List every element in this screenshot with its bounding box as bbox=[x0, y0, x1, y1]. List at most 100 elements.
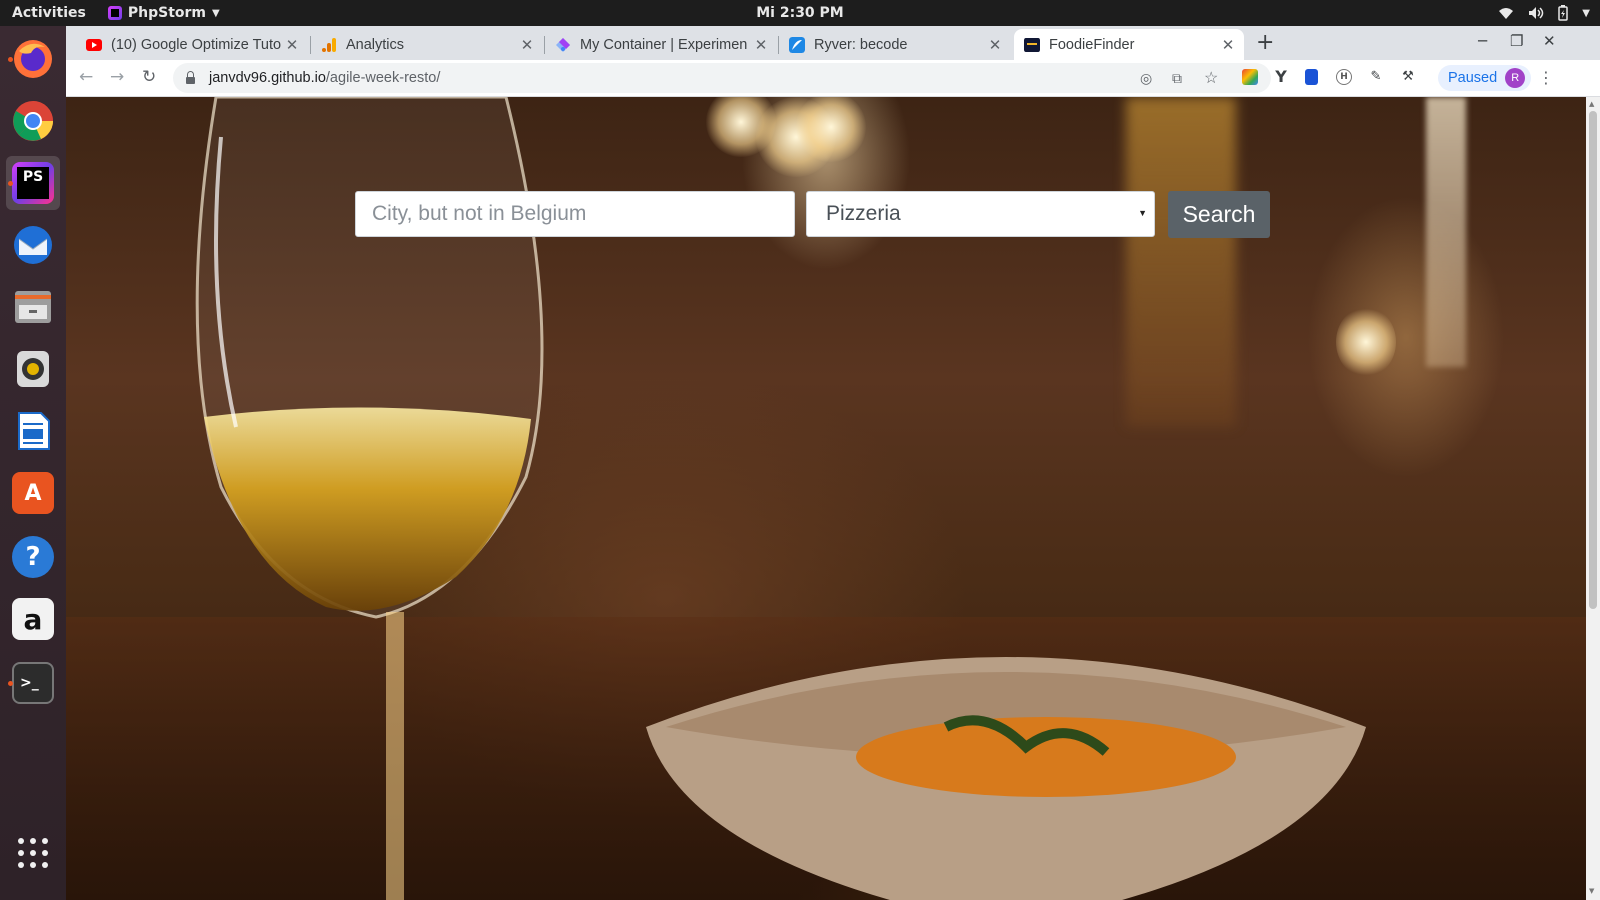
address-bar[interactable]: janvdv96.github.io/agile-week-resto/ ◎ ⧉… bbox=[173, 63, 1271, 93]
wifi-icon bbox=[1499, 8, 1514, 19]
dock-thunderbird[interactable] bbox=[6, 218, 60, 272]
location-icon[interactable]: ◎ bbox=[1140, 70, 1152, 87]
dock-files[interactable] bbox=[6, 280, 60, 334]
food-bowl bbox=[646, 657, 1366, 900]
phpstorm-icon bbox=[107, 6, 122, 20]
launcher-dock: PS A ? a >_ bbox=[0, 26, 66, 900]
app-grid-icon bbox=[18, 838, 48, 868]
battery-icon bbox=[1558, 5, 1569, 21]
close-icon[interactable]: ✕ bbox=[751, 36, 771, 54]
tab-title: My Container | Experimen bbox=[580, 36, 748, 53]
help-icon-label: ? bbox=[25, 542, 41, 572]
dock-software[interactable]: A bbox=[6, 466, 60, 520]
tab-foodiefinder[interactable]: FoodieFinder ✕ bbox=[1014, 29, 1244, 60]
running-indicator bbox=[8, 57, 13, 62]
tab-google-optimize[interactable]: (10) Google Optimize Tuto ✕ bbox=[76, 29, 308, 60]
extension-blue-icon[interactable] bbox=[1305, 69, 1318, 85]
page-viewport: Pizzeria ▼ Search bbox=[66, 97, 1586, 900]
browser-toolbar: ← → ↻ janvdv96.github.io/agile-week-rest… bbox=[66, 60, 1600, 97]
running-indicator bbox=[8, 181, 13, 186]
show-applications-button[interactable] bbox=[6, 826, 60, 880]
scroll-up-icon[interactable]: ▲ bbox=[1589, 100, 1594, 108]
bokeh-light bbox=[1336, 307, 1396, 377]
tab-analytics[interactable]: Analytics ✕ bbox=[311, 29, 543, 60]
restaurant-type-select[interactable]: Pizzeria ▼ bbox=[806, 191, 1155, 237]
url-path: /agile-week-resto/ bbox=[325, 70, 441, 86]
tab-title: Ryver: becode bbox=[814, 36, 908, 53]
extension-colorful-icon[interactable] bbox=[1242, 69, 1258, 85]
profile-status: Paused bbox=[1448, 70, 1498, 86]
browser-tab-strip: (10) Google Optimize Tuto ✕ Analytics ✕ … bbox=[66, 26, 1600, 60]
system-clock[interactable]: Mi 2:30 PM bbox=[0, 5, 1600, 21]
restore-icon[interactable]: ❐ bbox=[1510, 32, 1523, 50]
window-glow bbox=[1426, 97, 1466, 367]
mail-icon bbox=[14, 226, 52, 264]
youtube-icon bbox=[86, 38, 102, 51]
back-icon[interactable]: ← bbox=[79, 67, 93, 87]
dock-terminal[interactable]: >_ bbox=[6, 656, 60, 710]
extension-edit-icon[interactable]: ✎ bbox=[1368, 69, 1384, 85]
activities-button[interactable]: Activities bbox=[0, 5, 98, 21]
phpstorm-icon: PS bbox=[12, 162, 54, 204]
dock-phpstorm[interactable]: PS bbox=[6, 156, 60, 210]
more-menu-icon[interactable]: ⋮ bbox=[1538, 68, 1554, 87]
volume-icon bbox=[1529, 7, 1544, 19]
app-menu-label: PhpStorm bbox=[127, 5, 207, 21]
files-icon bbox=[15, 291, 51, 323]
page-scrollbar[interactable]: ▲ ▼ bbox=[1586, 97, 1600, 900]
close-icon[interactable]: ✕ bbox=[1218, 36, 1238, 54]
tab-ryver[interactable]: Ryver: becode ✕ bbox=[779, 29, 1011, 60]
profile-button[interactable]: Paused R bbox=[1438, 65, 1532, 91]
tagmanager-icon bbox=[556, 37, 570, 52]
window-glow bbox=[1126, 97, 1236, 427]
translate-icon[interactable]: ⧉ bbox=[1172, 70, 1182, 87]
scroll-down-icon[interactable]: ▼ bbox=[1589, 887, 1594, 895]
system-menu-chevron-icon: ▼ bbox=[1582, 7, 1590, 19]
minimize-icon[interactable]: ─ bbox=[1478, 32, 1487, 50]
running-indicator bbox=[8, 681, 13, 686]
restaurant-type-selected: Pizzeria bbox=[826, 202, 901, 225]
amazon-icon-label: a bbox=[23, 602, 43, 636]
dock-chrome[interactable] bbox=[6, 94, 60, 148]
bookmark-star-icon[interactable]: ☆ bbox=[1204, 68, 1218, 88]
speaker-icon bbox=[17, 351, 49, 387]
reload-icon[interactable]: ↻ bbox=[142, 67, 156, 87]
analytics-icon bbox=[322, 37, 336, 52]
close-icon[interactable]: ✕ bbox=[282, 36, 302, 54]
extension-y-icon[interactable]: Y bbox=[1273, 69, 1289, 85]
dock-writer[interactable] bbox=[6, 404, 60, 458]
close-icon[interactable]: ✕ bbox=[985, 36, 1005, 54]
tab-my-container[interactable]: My Container | Experimen ✕ bbox=[545, 29, 777, 60]
document-icon bbox=[18, 412, 50, 450]
url-text[interactable]: janvdv96.github.io/agile-week-resto/ bbox=[209, 70, 440, 86]
new-tab-button[interactable]: + bbox=[1256, 30, 1274, 55]
dock-rhythmbox[interactable] bbox=[6, 342, 60, 396]
url-host: janvdv96.github.io bbox=[209, 70, 326, 86]
system-tray[interactable]: ▼ bbox=[1498, 0, 1590, 26]
tab-title: (10) Google Optimize Tuto bbox=[111, 36, 282, 53]
bokeh-light bbox=[796, 97, 866, 162]
close-icon[interactable]: ✕ bbox=[517, 36, 537, 54]
firefox-icon bbox=[14, 40, 52, 78]
help-icon: ? bbox=[12, 536, 54, 578]
dock-amazon[interactable]: a bbox=[6, 592, 60, 646]
app-menu[interactable]: PhpStorm ▼ bbox=[107, 5, 220, 21]
chevron-down-icon: ▼ bbox=[212, 7, 220, 19]
extension-paint-icon[interactable]: ⚒ bbox=[1400, 69, 1416, 85]
scrollbar-thumb[interactable] bbox=[1589, 111, 1597, 609]
forward-icon[interactable]: → bbox=[110, 67, 124, 87]
extension-circle-icon[interactable]: H bbox=[1336, 69, 1352, 85]
terminal-icon: >_ bbox=[12, 662, 54, 704]
city-search-input[interactable] bbox=[355, 191, 795, 237]
tab-title: FoodieFinder bbox=[1049, 36, 1135, 53]
dock-firefox[interactable] bbox=[6, 32, 60, 86]
store-icon-label: A bbox=[24, 480, 42, 506]
amazon-icon: a bbox=[12, 598, 54, 640]
search-button[interactable]: Search bbox=[1168, 191, 1270, 238]
store-icon: A bbox=[12, 472, 54, 514]
foodiefinder-icon bbox=[1024, 37, 1040, 52]
dock-help[interactable]: ? bbox=[6, 530, 60, 584]
window-close-icon[interactable]: ✕ bbox=[1543, 32, 1556, 50]
tab-title: Analytics bbox=[346, 36, 405, 53]
terminal-icon-label: >_ bbox=[20, 675, 39, 691]
